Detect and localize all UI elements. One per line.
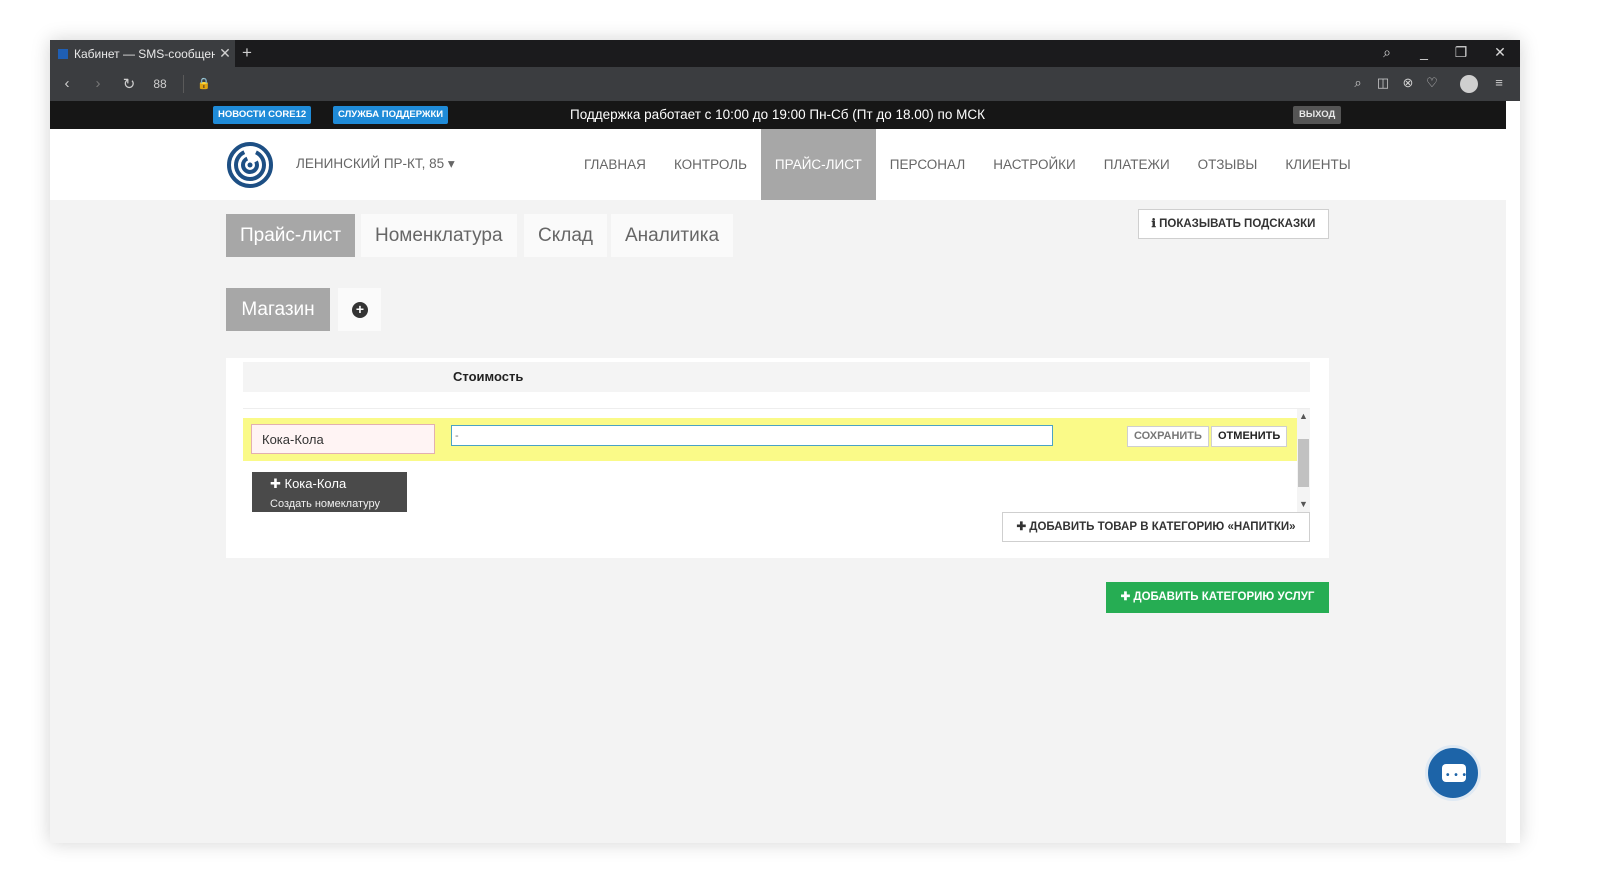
adblock-icon[interactable]: ⊗ <box>1398 75 1418 91</box>
browser-tab-title: Кабинет — SMS-сообщен <box>74 46 215 61</box>
browser-tabbar: Кабинет — SMS-сообщен ✕ + ⌕ _ ❐ ✕ <box>50 40 1520 67</box>
plus-circle-icon: + <box>352 302 368 318</box>
autocomplete-dropdown[interactable]: ✚ Кока-Кола Создать номеклатуру <box>252 464 407 512</box>
restore-button[interactable]: ❐ <box>1451 44 1471 61</box>
news-badge[interactable]: НОВОСТИ CORE12 <box>213 106 312 124</box>
reload-button[interactable]: ↻ <box>119 75 139 93</box>
search-icon[interactable]: ⌕ <box>1377 44 1397 61</box>
edit-row: СОХРАНИТЬ ОТМЕНИТЬ <box>243 418 1297 461</box>
profile-avatar[interactable] <box>1460 75 1478 93</box>
item-price-input[interactable] <box>451 425 1053 446</box>
suggestion-item[interactable]: ✚ Кока-Кола <box>270 476 346 492</box>
tab-warehouse[interactable]: Склад <box>524 214 607 257</box>
show-hints-button[interactable]: ℹ ПОКАЗЫВАТЬ ПОДСКАЗКИ <box>1138 209 1329 239</box>
find-icon[interactable]: ⌕ <box>1348 75 1368 91</box>
forward-button[interactable]: › <box>88 75 108 92</box>
scroll-down-icon[interactable]: ▼ <box>1297 499 1310 509</box>
nav-home[interactable]: ГЛАВНАЯ <box>570 129 660 200</box>
browser-window: Кабинет — SMS-сообщен ✕ + ⌕ _ ❐ ✕ ‹ › ↻ … <box>50 40 1520 843</box>
support-badge[interactable]: СЛУЖБА ПОДДЕРЖКИ <box>333 106 449 124</box>
heart-icon[interactable]: ♡ <box>1422 75 1442 91</box>
new-tab-button[interactable]: + <box>242 43 252 63</box>
toolbar-divider <box>183 75 184 93</box>
cancel-button[interactable]: ОТМЕНИТЬ <box>1211 426 1288 447</box>
tab-pricelist[interactable]: Прайс-лист <box>226 214 356 257</box>
page-scrollbar[interactable] <box>1506 101 1520 843</box>
nav-staff[interactable]: ПЕРСОНАЛ <box>876 129 979 200</box>
chat-dots-icon: • • • <box>1446 770 1468 781</box>
page-content: Прайс-лист Номенклатура Склад Аналитика … <box>50 200 1506 843</box>
back-button[interactable]: ‹ <box>57 75 77 92</box>
support-hours: Поддержка работает с 10:00 до 19:00 Пн-С… <box>570 107 985 122</box>
list-scrollbar[interactable]: ▲ ▼ <box>1297 409 1310 512</box>
nav-settings[interactable]: НАСТРОЙКИ <box>979 129 1089 200</box>
save-button[interactable]: СОХРАНИТЬ <box>1127 426 1209 447</box>
nav-control[interactable]: КОНТРОЛЬ <box>660 129 761 200</box>
browser-tab[interactable]: Кабинет — SMS-сообщен ✕ <box>50 40 235 67</box>
lock-icon[interactable]: 🔒 <box>194 77 214 90</box>
close-window-button[interactable]: ✕ <box>1490 44 1510 61</box>
scroll-thumb[interactable] <box>1298 439 1309 487</box>
items-list: СОХРАНИТЬ ОТМЕНИТЬ ✚ Кока-Кола Создать н… <box>243 408 1310 512</box>
tab-analytics[interactable]: Аналитика <box>611 214 734 257</box>
add-service-category-button[interactable]: ✚ ДОБАВИТЬ КАТЕГОРИЮ УСЛУГ <box>1106 582 1329 613</box>
column-header-price: Стоимость <box>453 369 524 384</box>
logo-icon[interactable] <box>226 141 274 189</box>
nav-reviews[interactable]: ОТЗЫВЫ <box>1184 129 1272 200</box>
camera-icon[interactable]: ◫ <box>1373 75 1393 91</box>
pricelist-panel: Стоимость СОХРАНИТЬ ОТМЕНИТЬ ✚ Кока-Кола… <box>226 358 1329 558</box>
site-header: ЛЕНИНСКИЙ ПР-КТ, 85 ▾ ГЛАВНАЯ КОНТРОЛЬ П… <box>50 129 1506 200</box>
browser-toolbar: ‹ › ↻ 88 🔒 ⌕ ◫ ⊗ ♡ ≡ <box>50 67 1520 101</box>
nav-clients[interactable]: КЛИЕНТЫ <box>1271 129 1364 200</box>
scroll-up-icon[interactable]: ▲ <box>1297 411 1310 421</box>
store-tab[interactable]: Магазин <box>226 288 330 331</box>
add-store-button[interactable]: + <box>338 288 381 331</box>
close-tab-icon[interactable]: ✕ <box>215 45 235 62</box>
nav-pricelist[interactable]: ПРАЙС-ЛИСТ <box>760 129 876 200</box>
site-topbar: НОВОСТИ CORE12 СЛУЖБА ПОДДЕРЖКИ Поддержк… <box>50 101 1506 129</box>
speed-dial-icon[interactable]: 88 <box>150 77 170 91</box>
tab-nomenclature[interactable]: Номенклатура <box>361 214 517 257</box>
favicon-icon <box>58 48 68 59</box>
add-item-to-category-button[interactable]: ✚ ДОБАВИТЬ ТОВАР В КАТЕГОРИЮ «НАПИТКИ» <box>1002 512 1310 542</box>
location-selector[interactable]: ЛЕНИНСКИЙ ПР-КТ, 85 ▾ <box>296 156 455 172</box>
table-header: Стоимость <box>243 362 1310 392</box>
item-name-input[interactable] <box>251 424 435 454</box>
nav-payments[interactable]: ПЛАТЕЖИ <box>1090 129 1184 200</box>
main-nav: ГЛАВНАЯ КОНТРОЛЬ ПРАЙС-ЛИСТ ПЕРСОНАЛ НАС… <box>570 129 1365 200</box>
suggestion-hint: Создать номеклатуру <box>270 498 380 510</box>
logout-button[interactable]: ВЫХОД <box>1293 106 1342 124</box>
chat-widget-button[interactable]: • • • <box>1425 745 1481 801</box>
menu-icon[interactable]: ≡ <box>1489 75 1509 90</box>
minimize-button[interactable]: _ <box>1414 44 1434 60</box>
